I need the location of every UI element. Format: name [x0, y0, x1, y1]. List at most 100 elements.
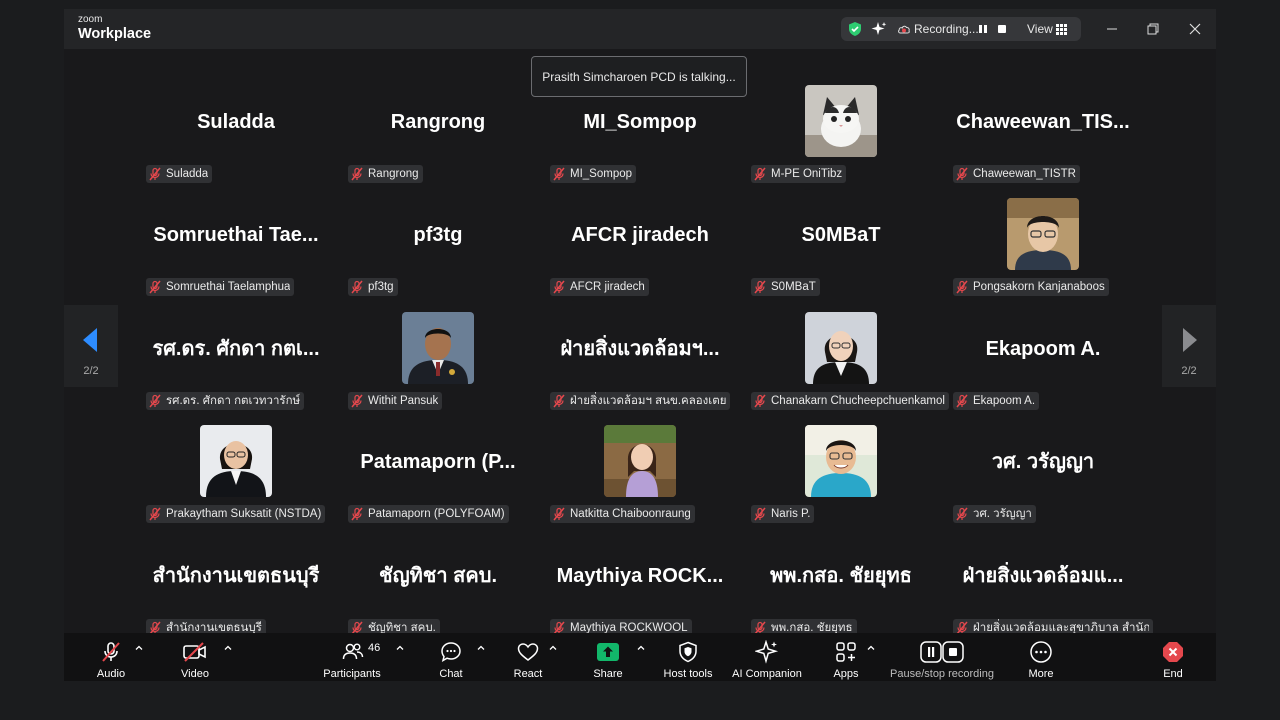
- participant-photo: [805, 312, 877, 384]
- participant-display-name: MI_Sompop: [583, 111, 697, 133]
- pause-stop-recording-label: Pause/stop recording: [890, 668, 994, 680]
- ai-sparkle-icon[interactable]: [871, 17, 887, 41]
- participant-tile[interactable]: Patamaporn (P... Patamaporn (POLYFOAM): [338, 402, 538, 523]
- apps-button[interactable]: Apps: [826, 633, 866, 681]
- video-button[interactable]: Video: [172, 633, 218, 681]
- share-screen-icon: [597, 643, 619, 661]
- participants-options-chevron-icon[interactable]: [395, 643, 405, 653]
- minimize-button[interactable]: [1100, 17, 1124, 41]
- participant-photo: [200, 425, 272, 497]
- audio-label: Audio: [96, 668, 126, 680]
- apps-label: Apps: [833, 668, 859, 680]
- grid-view-icon[interactable]: [1056, 17, 1067, 41]
- ai-companion-icon: [755, 640, 779, 664]
- more-label: More: [1028, 668, 1054, 680]
- participant-display-name: Somruethai Tae...: [153, 224, 319, 246]
- arrow-right-icon: [1183, 328, 1197, 352]
- zoom-logo: zoom Workplace: [78, 15, 151, 42]
- participant-tile[interactable]: พพ.กสอ. ชัยยุทธ พพ.กสอ. ชัยยุทธ: [741, 516, 941, 637]
- participant-tile[interactable]: AFCR jiradech AFCR jiradech: [540, 175, 740, 296]
- participant-tile[interactable]: Ekapoom A. Ekapoom A.: [943, 289, 1143, 410]
- participant-tile[interactable]: Somruethai Tae... Somruethai Taelamphua: [136, 175, 336, 296]
- page-indicator-right: 2/2: [1181, 365, 1197, 377]
- zoom-window: zoom Workplace Recording... View Prasith…: [64, 9, 1216, 681]
- share-options-chevron-icon[interactable]: [636, 643, 646, 653]
- audio-options-chevron-icon[interactable]: [134, 643, 144, 653]
- participant-tile[interactable]: Natkitta Chaiboonraung: [540, 402, 740, 523]
- participant-tile[interactable]: Suladda Suladda: [136, 62, 336, 183]
- participant-display-name: ฝ่ายสิ่งแวดล้อมฯ...: [560, 338, 720, 360]
- shield-icon[interactable]: [847, 17, 863, 41]
- participant-display-name: พพ.กสอ. ชัยยุทธ: [770, 565, 912, 587]
- close-icon: [1189, 23, 1201, 35]
- chat-button[interactable]: Chat: [430, 633, 472, 681]
- host-tools-button[interactable]: Host tools: [658, 633, 718, 681]
- end-meeting-button[interactable]: End: [1154, 633, 1192, 681]
- participant-tile[interactable]: วศ. วรัญญา วศ. วรัญญา: [943, 402, 1143, 523]
- page-indicator-left: 2/2: [83, 365, 99, 377]
- ai-companion-button[interactable]: AI Companion: [730, 633, 804, 681]
- chat-options-chevron-icon[interactable]: [476, 643, 486, 653]
- participant-photo: [604, 425, 676, 497]
- ai-companion-label: AI Companion: [732, 668, 802, 680]
- close-button[interactable]: [1183, 17, 1207, 41]
- logo-small-text: zoom: [78, 14, 103, 25]
- participant-display-name: Suladda: [197, 111, 275, 133]
- participant-display-name: S0MBaT: [801, 224, 881, 246]
- apps-icon: [836, 642, 856, 662]
- video-off-icon: [183, 642, 206, 662]
- participant-tile[interactable]: Naris P.: [741, 402, 941, 523]
- participant-photo: [805, 425, 877, 497]
- meeting-toolbar: Audio Video 46 Participants Chat React S…: [64, 633, 1216, 681]
- participant-tile[interactable]: M-PE OniTibz: [741, 62, 941, 183]
- stop-recording-icon[interactable]: [996, 17, 1008, 41]
- participant-photo: [805, 85, 877, 157]
- participant-tile[interactable]: Prakaytham Suksatit (NSTDA): [136, 402, 336, 523]
- participant-tile[interactable]: Chanakarn Chucheepchuenkamol: [741, 289, 949, 410]
- participants-button[interactable]: 46 Participants: [320, 633, 384, 681]
- participant-tile[interactable]: Chaweewan_TIS... Chaweewan_TISTR: [943, 62, 1143, 183]
- participant-tile[interactable]: รศ.ดร. ศักดา กตเ... รศ.ดร. ศักดา กตเวทวาร…: [136, 289, 336, 410]
- participant-display-name: วศ. วรัญญา: [991, 451, 1095, 473]
- video-options-chevron-icon[interactable]: [223, 643, 233, 653]
- previous-page-button[interactable]: 2/2: [64, 305, 118, 387]
- participant-tile[interactable]: S0MBaT S0MBaT: [741, 175, 941, 296]
- participant-tile[interactable]: pf3tg pf3tg: [338, 175, 538, 296]
- logo-main-text: Workplace: [78, 26, 152, 42]
- participant-display-name: ฝ่ายสิ่งแวดล้อมแ...: [962, 565, 1124, 587]
- next-page-button[interactable]: 2/2: [1162, 305, 1216, 387]
- share-label: Share: [593, 668, 623, 680]
- participant-display-name: รศ.ดร. ศักดา กตเ...: [152, 338, 320, 360]
- participant-tile[interactable]: Rangrong Rangrong: [338, 62, 538, 183]
- participant-tile[interactable]: Maythiya ROCK... Maythiya ROCKWOOL: [540, 516, 740, 637]
- end-icon: [1163, 642, 1183, 662]
- participant-tile[interactable]: Pongsakorn Kanjanaboos: [943, 175, 1143, 296]
- apps-options-chevron-icon[interactable]: [866, 643, 876, 653]
- pause-stop-recording-button[interactable]: Pause/stop recording: [886, 633, 998, 681]
- pause-stop-recording-icon: [920, 641, 964, 663]
- participant-tile[interactable]: ฝ่ายสิ่งแวดล้อมแ... ฝ่ายสิ่งแวดล้อมและสุข…: [943, 516, 1153, 637]
- pause-recording-icon[interactable]: [977, 17, 989, 41]
- participant-tile[interactable]: ฝ่ายสิ่งแวดล้อมฯ... ฝ่ายสิ่งแวดล้อมฯ สนข.…: [540, 289, 740, 410]
- cloud-recording-icon: [897, 17, 911, 41]
- restore-button[interactable]: [1141, 17, 1165, 41]
- participant-tile[interactable]: Withit Pansuk: [338, 289, 538, 410]
- participant-tile[interactable]: MI_Sompop MI_Sompop: [540, 62, 740, 183]
- audio-button[interactable]: Audio: [88, 633, 134, 681]
- participant-display-name: Maythiya ROCK...: [556, 565, 724, 587]
- react-options-chevron-icon[interactable]: [548, 643, 558, 653]
- more-icon: [1030, 641, 1052, 663]
- participant-tile[interactable]: สำนักงานเขตธนบุรี สำนักงานเขตธนบุรี: [136, 516, 336, 637]
- participant-photo: [1007, 198, 1079, 270]
- participants-count: 46: [368, 642, 381, 654]
- react-label: React: [513, 668, 543, 680]
- share-button[interactable]: Share: [586, 633, 630, 681]
- participant-display-name: Ekapoom A.: [985, 338, 1101, 360]
- participant-tile[interactable]: ชัญทิชา สคบ. ชัญทิชา สคบ.: [338, 516, 538, 637]
- more-button[interactable]: More: [1020, 633, 1062, 681]
- participant-display-name: Patamaporn (P...: [360, 451, 516, 473]
- minimize-icon: [1107, 28, 1117, 30]
- view-button-label[interactable]: View: [1027, 17, 1053, 41]
- participants-label: Participants: [323, 668, 381, 680]
- react-button[interactable]: React: [506, 633, 550, 681]
